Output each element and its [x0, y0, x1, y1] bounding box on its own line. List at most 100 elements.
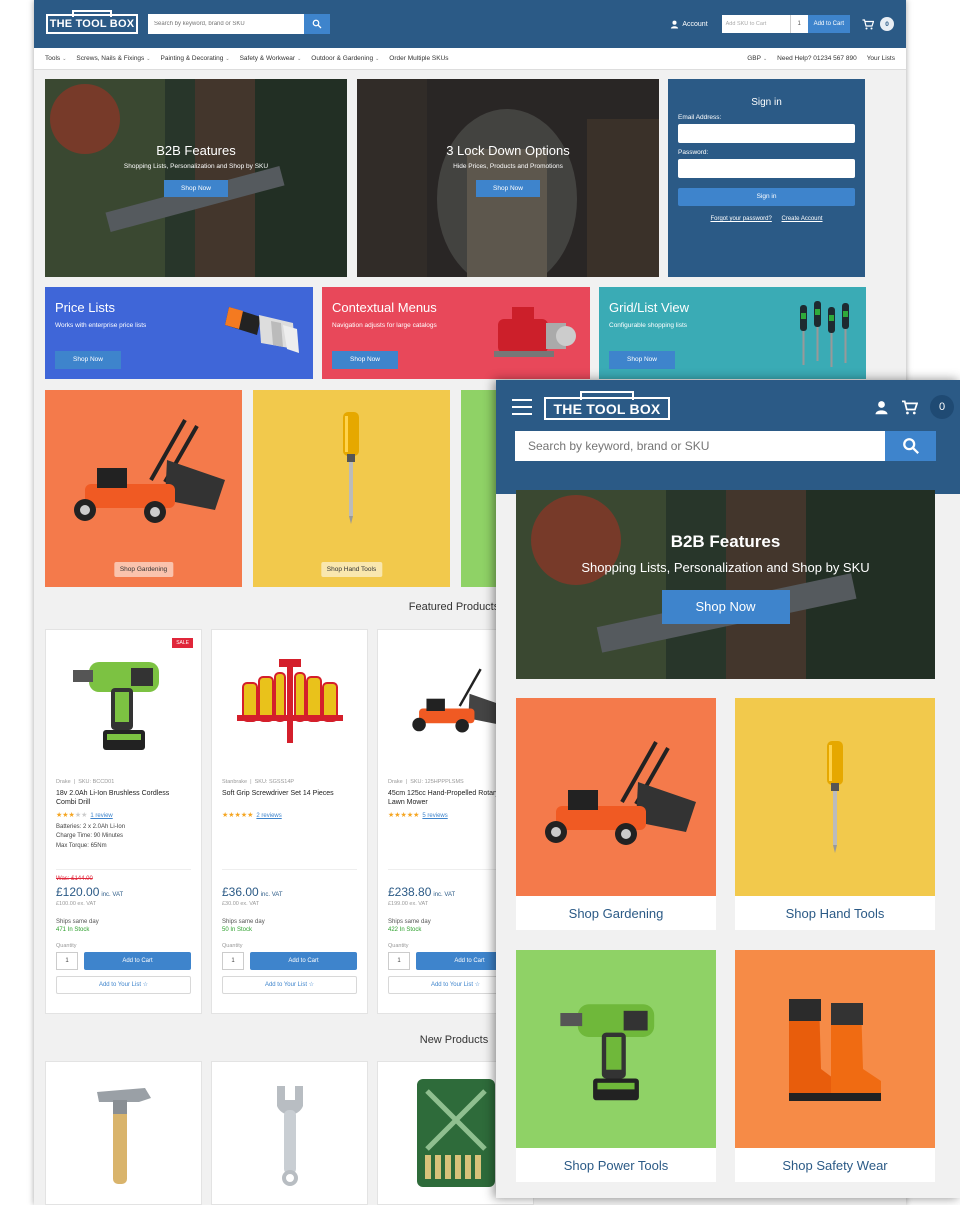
nav-item-tools[interactable]: Tools ⌄ [45, 55, 66, 62]
cart-count-badge[interactable]: 0 [930, 395, 954, 419]
user-icon[interactable] [874, 400, 889, 415]
hero-lock-down[interactable]: 3 Lock Down Options Hide Prices, Product… [357, 79, 659, 277]
signin-links: Forgot your password? Create Account [678, 216, 855, 222]
tile-label[interactable]: Shop Hand Tools [735, 896, 935, 930]
nav-item-outdoor[interactable]: Outdoor & Gardening ⌄ [311, 55, 379, 62]
site-logo[interactable]: THE TOOL BOX [46, 14, 138, 34]
shop-now-button[interactable]: Shop Now [332, 351, 398, 369]
quantity-input[interactable]: 1 [388, 952, 410, 970]
tile-label[interactable]: Shop Hand Tools [320, 562, 383, 577]
promo-grid-list[interactable]: Grid/List View Configurable shopping lis… [599, 287, 866, 379]
product-price: £36.00 inc. VAT [222, 885, 357, 899]
pump-icon [494, 307, 576, 357]
price-value: £120.00 [56, 885, 100, 899]
chevron-down-icon: ⌄ [146, 56, 151, 62]
review-link[interactable]: 1 review [90, 813, 112, 819]
product-name[interactable]: Soft Grip Screwdriver Set 14 Pieces [222, 789, 357, 809]
search-input[interactable] [148, 14, 304, 34]
vat-label: inc. VAT [260, 892, 283, 898]
mobile-search [515, 431, 936, 461]
tile-label[interactable]: Shop Safety Wear [735, 1148, 935, 1182]
mobile-hero-b2b-features[interactable]: B2B Features Shopping Lists, Personaliza… [516, 490, 935, 679]
stock-status: 50 In Stock [222, 927, 253, 933]
add-to-list-button[interactable]: Add to Your List ☆ [222, 976, 357, 994]
cart-icon[interactable] [862, 18, 874, 30]
product-card[interactable]: Stanbrake | SKU: SGSS14P Soft Grip Screw… [211, 629, 368, 1014]
search-button[interactable] [304, 14, 330, 34]
category-tile-gardening[interactable]: Shop Gardening [45, 390, 242, 587]
product-brand: Stanbrake [222, 779, 248, 785]
menu-icon[interactable] [512, 399, 532, 415]
mobile-tile-safety-wear[interactable]: Shop Safety Wear [735, 950, 935, 1182]
promo-price-lists[interactable]: Price Lists Works with enterprise price … [45, 287, 313, 379]
tile-label[interactable]: Shop Power Tools [516, 1148, 716, 1182]
screwdrivers-icon [800, 301, 849, 367]
shop-now-button[interactable]: Shop Now [609, 351, 675, 369]
price-value: £238.80 [388, 885, 432, 899]
quantity-label: Quantity [222, 943, 243, 949]
create-account-link[interactable]: Create Account [782, 216, 823, 222]
search-button[interactable] [885, 431, 936, 461]
chevron-down-icon: ⌄ [62, 56, 67, 62]
your-lists-link[interactable]: Your Lists [867, 55, 895, 62]
nav-right: GBP ⌄ Need Help? 01234 567 890 Your Lists [747, 55, 895, 62]
nav-item-safety[interactable]: Safety & Workwear ⌄ [240, 55, 302, 62]
review-link[interactable]: 2 reviews [256, 813, 281, 819]
sku-input[interactable]: Add SKU to Cart [721, 15, 790, 33]
nav-item-painting[interactable]: Painting & Decorating ⌄ [161, 55, 230, 62]
promo-contextual-menus[interactable]: Contextual Menus Navigation adjusts for … [322, 287, 590, 379]
new-product-card[interactable] [45, 1061, 202, 1205]
shop-now-button[interactable]: Shop Now [661, 590, 790, 624]
account-label: Account [682, 20, 708, 28]
product-name[interactable]: 18v 2.0Ah Li-Ion Brushless Cordless Comb… [56, 789, 191, 809]
account-link[interactable]: Account [670, 20, 708, 29]
shop-now-button[interactable]: Shop Now [476, 180, 540, 197]
product-image[interactable] [222, 640, 357, 765]
tile-art [735, 950, 935, 1148]
nav-label: Screws, Nails & Fixings [76, 55, 145, 62]
tile-label[interactable]: Shop Gardening [113, 562, 174, 577]
forgot-password-link[interactable]: Forgot your password? [710, 216, 771, 222]
password-field[interactable] [678, 159, 855, 178]
new-product-card[interactable] [211, 1061, 368, 1205]
quick-add-button[interactable]: Add to Cart [807, 15, 850, 33]
spec-line: Batteries: 2 x 2.0Ah Li-Ion [56, 824, 126, 830]
help-link[interactable]: Need Help? 01234 567 890 [777, 55, 857, 62]
hero-b2b-features[interactable]: B2B Features Shopping Lists, Personaliza… [45, 79, 347, 277]
screwdriver-icon [343, 412, 359, 524]
add-to-cart-button[interactable]: Add to Cart [84, 952, 191, 970]
nav-label: Painting & Decorating [160, 55, 224, 62]
quantity-input[interactable]: 1 [222, 952, 244, 970]
site-logo[interactable]: THE TOOL BOX [544, 397, 670, 420]
main-nav: Tools ⌄ Screws, Nails & Fixings ⌄ Painting… [34, 48, 906, 70]
mobile-tile-hand-tools[interactable]: Shop Hand Tools [735, 698, 935, 930]
shop-now-button[interactable]: Shop Now [164, 180, 228, 197]
hero-subtitle: Shopping Lists, Personalization and Shop… [581, 560, 870, 575]
search-input[interactable] [515, 431, 885, 461]
signin-title: Sign in [751, 97, 782, 108]
add-to-cart-button[interactable]: Add to Cart [250, 952, 357, 970]
cart-count-badge[interactable]: 0 [880, 17, 894, 31]
mobile-tile-gardening[interactable]: Shop Gardening [516, 698, 716, 930]
signin-button[interactable]: Sign in [678, 188, 855, 206]
currency-select[interactable]: GBP ⌄ [747, 55, 767, 62]
nav-item-screws[interactable]: Screws, Nails & Fixings ⌄ [76, 55, 150, 62]
product-image[interactable]: SALE [56, 638, 193, 765]
nav-item-order-multiple[interactable]: Order Multiple SKUs [389, 55, 448, 62]
add-to-list-button[interactable]: Add to Your List ☆ [56, 976, 191, 994]
tile-art [735, 698, 935, 896]
product-sku: SKU: SGSS14P [254, 779, 295, 785]
lawn-mower-icon [545, 741, 696, 845]
tile-label[interactable]: Shop Gardening [516, 896, 716, 930]
mobile-tile-power-tools[interactable]: Shop Power Tools [516, 950, 716, 1182]
signin-panel: Sign in Email Address: Password: Sign in… [668, 79, 865, 277]
product-card[interactable]: SALE Drake | SKU: BCCD01 18v 2.0Ah Li-Io… [45, 629, 202, 1014]
cart-icon[interactable] [901, 399, 918, 415]
sku-qty-input[interactable]: 1 [789, 15, 808, 33]
quantity-input[interactable]: 1 [56, 952, 78, 970]
email-field[interactable] [678, 124, 855, 143]
shop-now-button[interactable]: Shop Now [55, 351, 121, 369]
vat-label: inc. VAT [101, 892, 124, 898]
review-link[interactable]: 5 reviews [422, 813, 447, 819]
category-tile-hand-tools[interactable]: Shop Hand Tools [253, 390, 450, 587]
